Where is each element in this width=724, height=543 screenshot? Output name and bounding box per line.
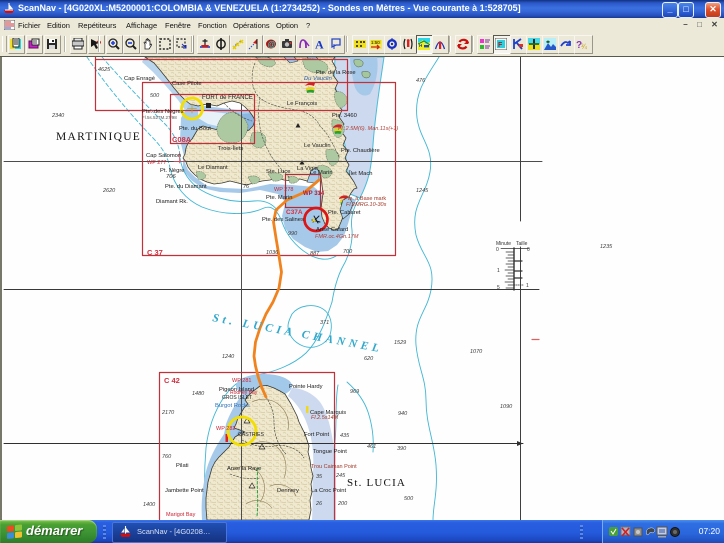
svg-text:Ste. Luce: Ste. Luce [266, 169, 291, 175]
svg-text:Burgot Rocks: Burgot Rocks [215, 403, 250, 409]
svg-text:1:50: 1:50 [371, 40, 380, 45]
svg-text:Pte. Marin: Pte. Marin [266, 195, 292, 201]
svg-text:390: 390 [397, 446, 407, 452]
svg-text:887: 887 [310, 251, 320, 257]
svg-text:Anse la Raye: Anse la Raye [227, 466, 261, 472]
svg-text:FMR.oc.4Gn.17M: FMR.oc.4Gn.17M [315, 234, 359, 240]
svg-text:La Vigie: La Vigie [297, 166, 318, 172]
svg-text:476: 476 [416, 78, 426, 84]
svg-text:1529: 1529 [394, 340, 406, 346]
svg-text:990: 990 [288, 231, 298, 237]
svg-text:0: 0 [527, 247, 530, 253]
svg-text:500: 500 [404, 496, 414, 502]
svg-text:Fort Point: Fort Point [304, 432, 330, 438]
svg-text:620: 620 [364, 356, 374, 362]
svg-text:FORT de FRANCE: FORT de FRANCE [202, 95, 253, 101]
svg-text:Pilati: Pilati [176, 463, 189, 469]
svg-text:¾: ¾ [581, 44, 587, 50]
svg-text:Rodney Bay: Rodney Bay [230, 390, 258, 396]
svg-text:Marigot Bay: Marigot Bay [166, 512, 196, 518]
svg-text:F: F [498, 42, 503, 49]
svg-text:Pte. 3460: Pte. 3460 [332, 113, 357, 119]
svg-text:1235: 1235 [600, 244, 613, 250]
svg-text:26: 26 [315, 501, 323, 507]
svg-text:2170: 2170 [161, 410, 175, 416]
svg-text:WP 277: WP 277 [147, 160, 166, 166]
svg-text:Fl.2MRG.10-30s: Fl.2MRG.10-30s [346, 202, 387, 208]
svg-text:Diamant Rk.: Diamant Rk. [156, 199, 188, 205]
svg-text:St. LUCIA: St. LUCIA [347, 477, 406, 489]
svg-text:5: 5 [497, 285, 500, 291]
svg-text:2340: 2340 [51, 113, 65, 119]
svg-text:MARTINIQUE: MARTINIQUE [56, 131, 141, 143]
svg-text:Le Diamant: Le Diamant [198, 165, 228, 171]
svg-text:1090: 1090 [500, 404, 513, 410]
svg-text:1245: 1245 [416, 188, 429, 194]
svg-text:500: 500 [150, 93, 160, 99]
svg-text:76: 76 [243, 184, 250, 190]
svg-text:La Croc Point: La Croc Point [311, 488, 347, 494]
svg-text:940: 940 [398, 411, 408, 417]
svg-text:C08A: C08A [172, 135, 192, 144]
svg-text:1480: 1480 [192, 391, 205, 397]
svg-text:0: 0 [496, 247, 499, 253]
svg-text:Fl.5s.527M.27/98: Fl.5s.527M.27/98 [142, 115, 177, 120]
svg-text:WP 314: WP 314 [303, 191, 325, 197]
svg-text:Taille: Taille [516, 241, 528, 247]
svg-text:245: 245 [335, 473, 346, 479]
svg-text:Pointe Hardy: Pointe Hardy [289, 384, 323, 390]
svg-text:1070: 1070 [470, 349, 483, 355]
svg-text:969: 969 [350, 389, 359, 395]
svg-text:760: 760 [162, 454, 172, 460]
svg-text:Le Vauclin: Le Vauclin [304, 143, 331, 149]
svg-text:Pte. des Salines: Pte. des Salines [262, 217, 304, 223]
svg-text:4625: 4625 [98, 67, 111, 73]
svg-text:Trois-Îlets: Trois-Îlets [218, 145, 243, 152]
svg-text:1: 1 [526, 283, 529, 289]
svg-text:1240: 1240 [222, 354, 235, 360]
svg-text:Cap Enragé: Cap Enragé [124, 76, 155, 82]
svg-text:Fl.2.5s14M: Fl.2.5s14M [311, 415, 339, 421]
svg-text:Pte. Cabaret: Pte. Cabaret [328, 210, 361, 216]
svg-text:@: @ [268, 40, 276, 49]
svg-text:Case Pilote: Case Pilote [172, 81, 202, 87]
svg-text:WP 281: WP 281 [232, 378, 251, 384]
svg-text:C37A: C37A [286, 209, 303, 216]
svg-text:2620: 2620 [102, 188, 116, 194]
svg-text:Pte. du Bout: Pte. du Bout [179, 126, 211, 132]
svg-text:200: 200 [337, 501, 348, 507]
svg-text:461: 461 [367, 444, 376, 450]
svg-text:Fl. 2.5M(6). Man.11s(+1): Fl. 2.5M(6). Man.11s(+1) [338, 126, 398, 132]
svg-text:1400: 1400 [143, 502, 156, 508]
svg-text:C 42: C 42 [164, 376, 180, 385]
svg-text:C 37: C 37 [147, 248, 163, 257]
svg-text:WP 278: WP 278 [274, 187, 293, 193]
svg-text:1: 1 [497, 268, 500, 274]
svg-text:A: A [315, 38, 324, 50]
svg-text:Du Vauclin: Du Vauclin [304, 76, 332, 82]
svg-text:706: 706 [166, 174, 176, 180]
svg-text:Pte. Chaudière: Pte. Chaudière [341, 148, 380, 154]
svg-text:Trou Caiman Point: Trou Caiman Point [311, 464, 357, 470]
svg-text:H: H [419, 43, 422, 48]
svg-text:CASTRIES: CASTRIES [238, 432, 264, 438]
svg-text:700: 700 [343, 249, 353, 255]
svg-text:Jambette Point: Jambette Point [165, 488, 204, 494]
svg-text:Tongue Point: Tongue Point [313, 449, 347, 455]
svg-text:Le François: Le François [287, 101, 317, 107]
svg-text:35: 35 [316, 474, 323, 480]
svg-text:Pte. du Diamant: Pte. du Diamant [165, 184, 207, 190]
svg-text:Îlet Mach: Îlet Mach [348, 170, 373, 177]
svg-text:435: 435 [340, 433, 350, 439]
svg-text:Anse Cafard: Anse Cafard [316, 227, 348, 233]
svg-text:WP 282: WP 282 [216, 426, 235, 432]
svg-text:Dennery: Dennery [277, 488, 299, 494]
svg-text:1036: 1036 [266, 250, 279, 256]
svg-text:371: 371 [320, 320, 329, 326]
svg-text:Cap Salomon: Cap Salomon [146, 153, 181, 159]
